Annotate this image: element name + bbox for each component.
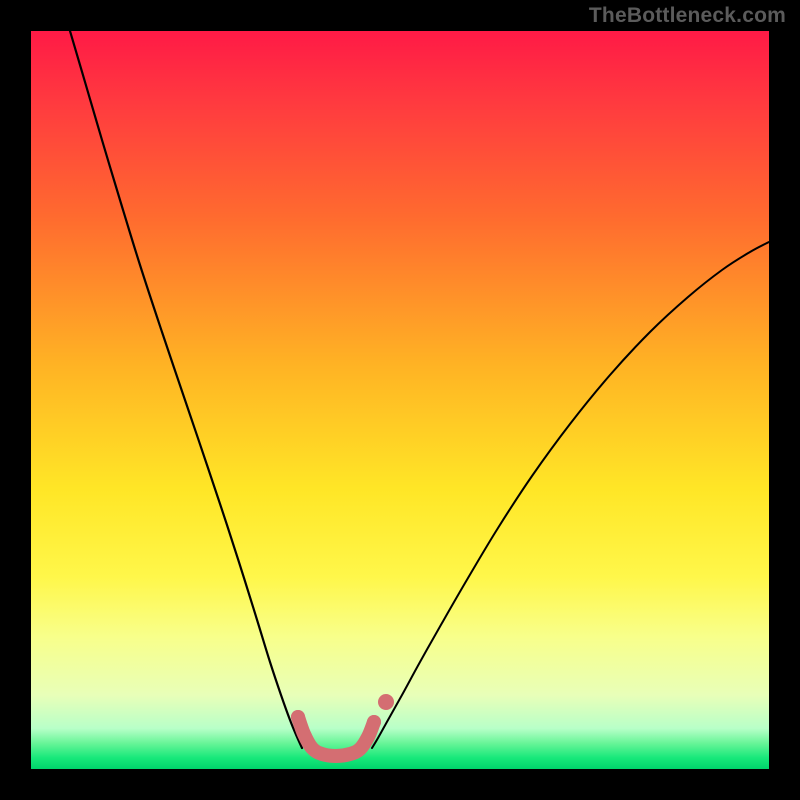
- dip-marker-dot: [378, 694, 394, 710]
- watermark-text: TheBottleneck.com: [589, 4, 786, 28]
- plot-background: [31, 31, 769, 769]
- chart-frame: TheBottleneck.com: [0, 0, 800, 800]
- bottleneck-chart: [0, 0, 800, 800]
